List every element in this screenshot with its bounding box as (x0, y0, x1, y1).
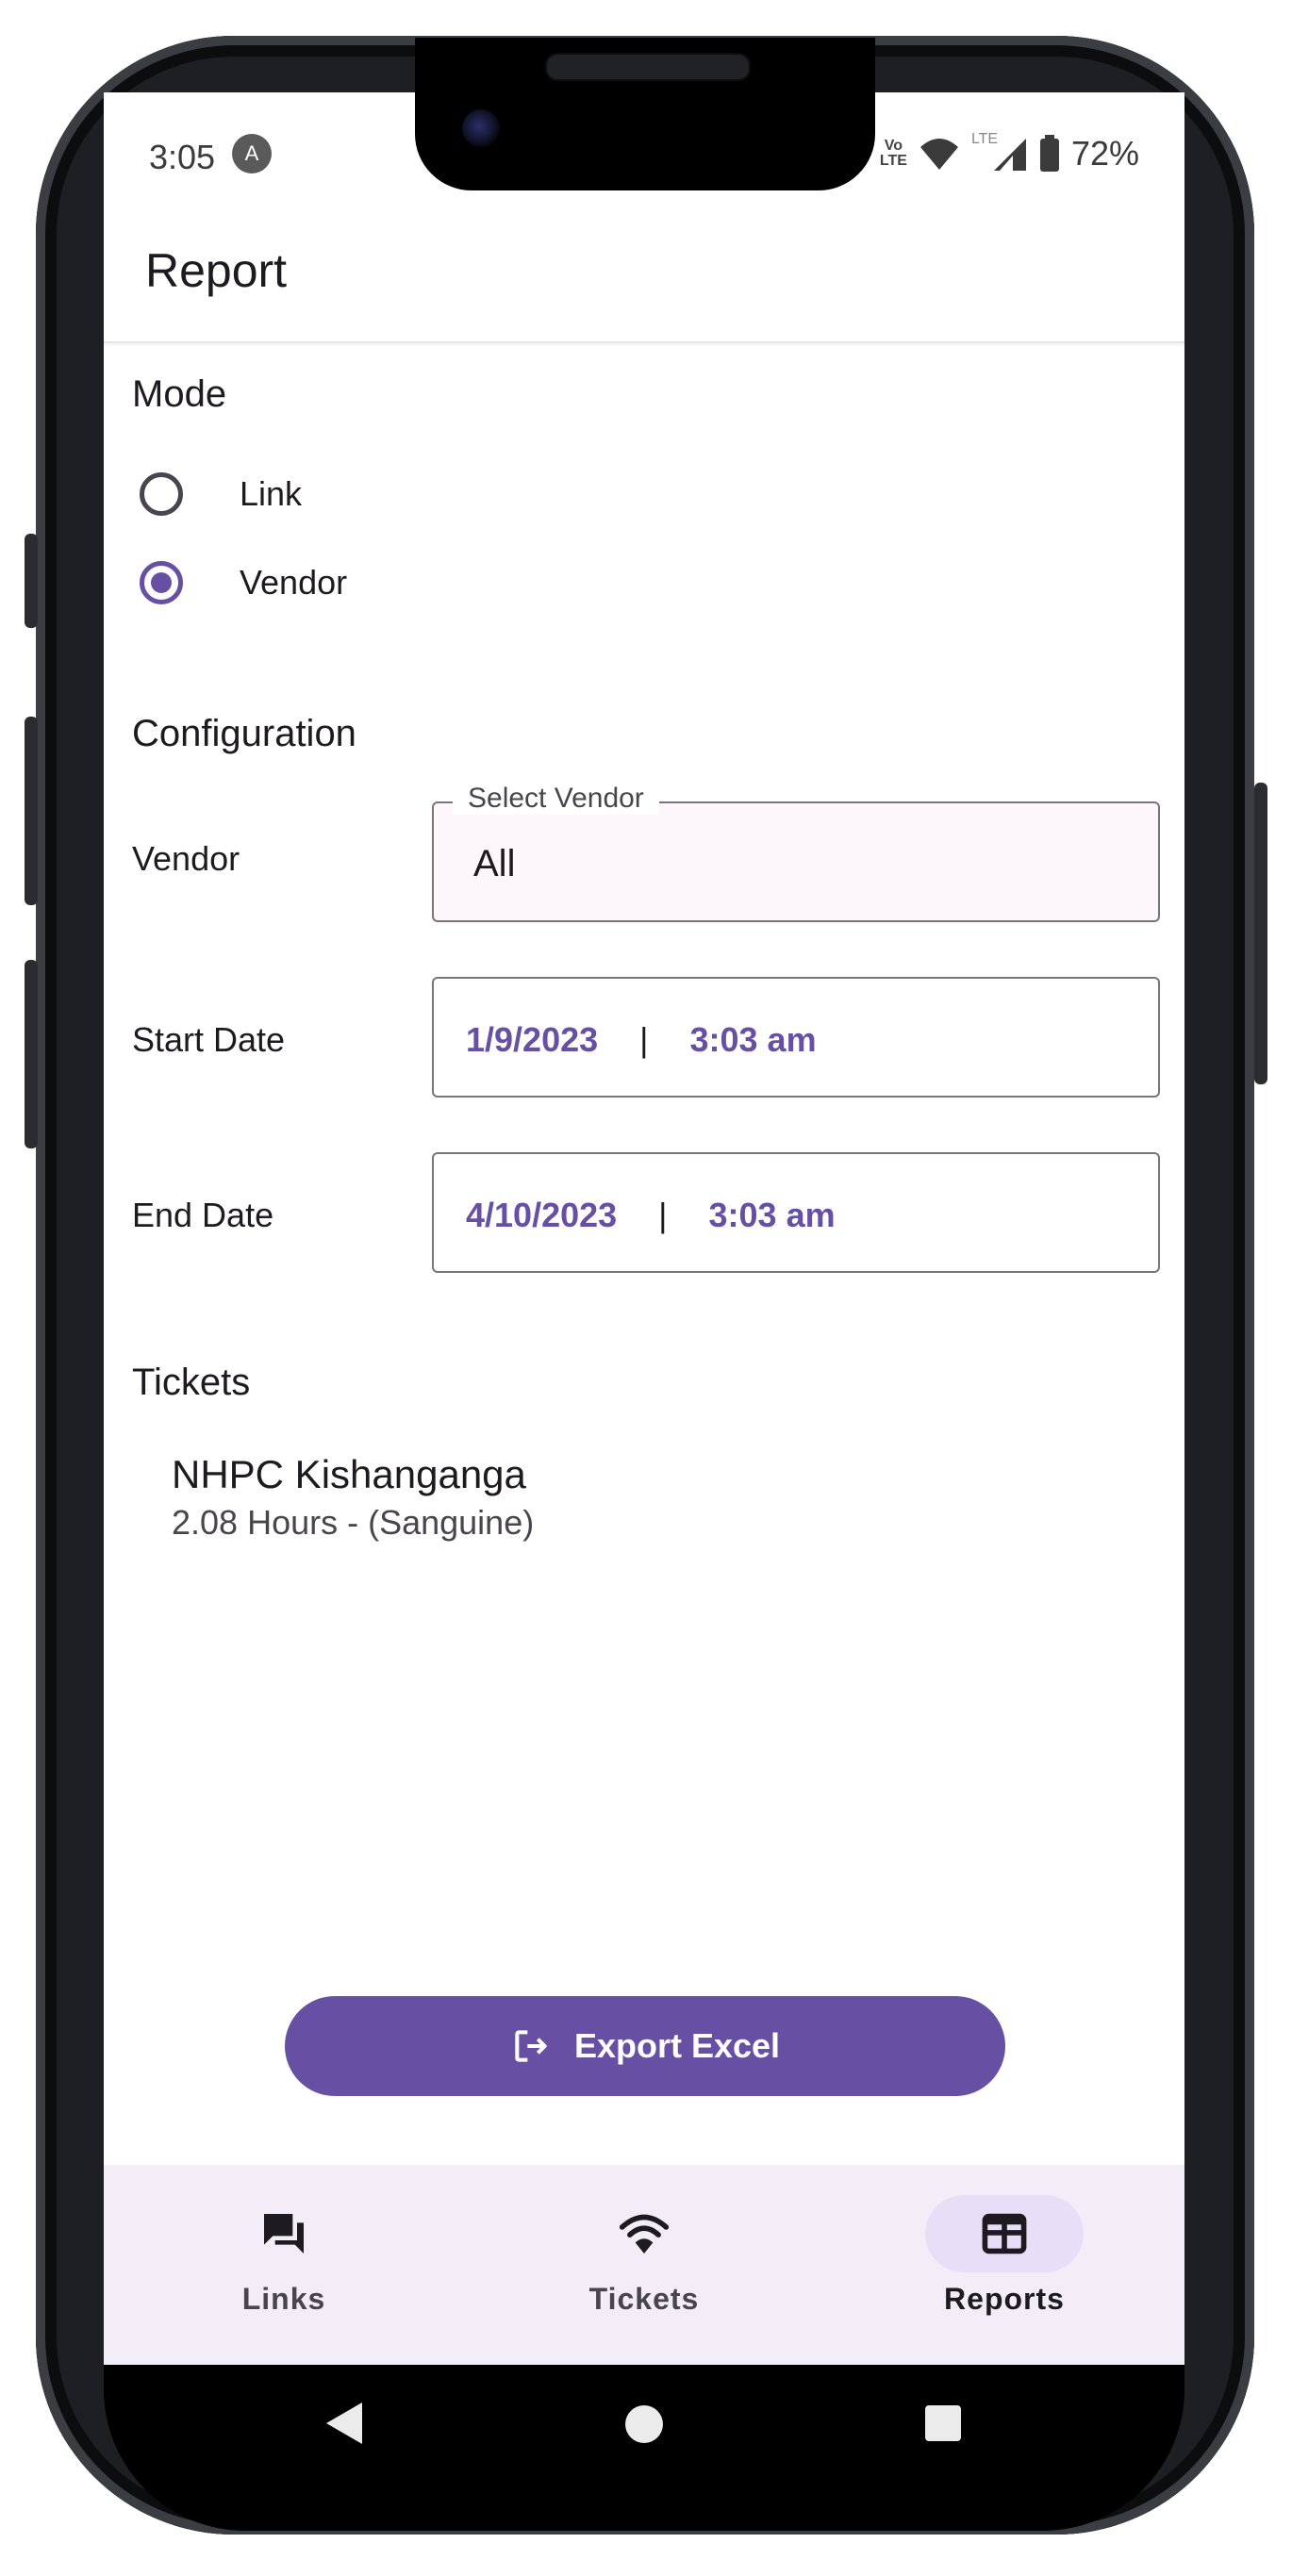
start-date-label: Start Date (132, 1020, 286, 1059)
tickets-section-title: Tickets (132, 1362, 251, 1403)
date-separator: | (639, 1020, 649, 1059)
battery-percent: 72% (1070, 134, 1139, 173)
home-icon[interactable] (624, 2404, 664, 2444)
table-icon (982, 2213, 1027, 2254)
app-bar: Report (104, 215, 1184, 343)
cell-signal-icon: LTE (971, 131, 1028, 173)
phone-speaker (545, 53, 751, 81)
end-time-value[interactable]: 3:03 am (709, 1196, 836, 1235)
ticket-name: NHPC Kishanganga (172, 1452, 526, 1496)
nav-item-reports[interactable]: Reports (824, 2165, 1184, 2365)
nav-label-tickets: Tickets (588, 2282, 700, 2316)
vendor-label: Vendor (132, 839, 240, 878)
nav-item-tickets[interactable]: Tickets (464, 2165, 824, 2365)
vendor-select[interactable]: Select Vendor All (432, 783, 1160, 922)
system-navigation-bar (104, 2365, 1184, 2478)
front-camera (462, 109, 500, 147)
status-time: 3:05 (149, 138, 216, 176)
battery-icon (1039, 135, 1059, 172)
nav-pill[interactable] (205, 2195, 363, 2272)
page-title: Report (145, 244, 288, 297)
end-date-picker[interactable]: 4/10/2023 | 3:03 am (432, 1152, 1160, 1273)
recents-icon[interactable] (924, 2404, 962, 2442)
date-separator: | (658, 1196, 668, 1234)
nav-label-links: Links (241, 2282, 326, 2316)
phone-volume-down-button (25, 960, 38, 1148)
export-excel-button[interactable]: Export Excel (285, 1996, 1005, 2096)
ticket-detail: 2.08 Hours - (Sanguine) (172, 1503, 535, 1542)
vendor-select-label: Select Vendor (453, 783, 659, 815)
mode-option-link[interactable]: Link (140, 456, 302, 532)
forum-icon (264, 2214, 304, 2254)
radio-selected-icon[interactable] (140, 561, 183, 604)
start-time-value[interactable]: 3:03 am (690, 1020, 817, 1060)
export-excel-label: Export Excel (573, 2026, 781, 2065)
wifi-icon (619, 2214, 670, 2254)
mode-section-title: Mode (132, 373, 227, 415)
bottom-navigation: Links Tickets Reports (104, 2165, 1184, 2365)
phone-volume-up-button (25, 717, 38, 905)
start-date-picker[interactable]: 1/9/2023 | 3:03 am (432, 977, 1160, 1098)
phone-mute-switch (25, 534, 38, 628)
app-notification-icon: A (232, 134, 272, 173)
wifi-signal-icon (919, 139, 958, 170)
configuration-section-title: Configuration (132, 713, 356, 754)
phone-power-button (1254, 783, 1267, 1084)
mode-option-vendor[interactable]: Vendor (140, 545, 347, 620)
end-date-value[interactable]: 4/10/2023 (466, 1196, 617, 1235)
radio-unselected-icon[interactable] (140, 472, 183, 516)
nav-item-links[interactable]: Links (104, 2165, 464, 2365)
logout-icon (515, 2030, 547, 2062)
mode-option-label: Link (240, 474, 303, 513)
nav-label-reports: Reports (944, 2282, 1065, 2316)
nav-pill[interactable] (565, 2195, 723, 2272)
end-date-label: End Date (132, 1196, 274, 1234)
vendor-select-value: All (473, 843, 516, 884)
back-icon[interactable] (324, 2401, 364, 2446)
volte-icon: Vo LTE (879, 138, 907, 169)
nav-pill-active[interactable] (925, 2195, 1084, 2272)
status-icons: Vo LTE LTE 72% (879, 131, 1139, 173)
app-screen: 3:05 A Vo LTE LTE 72% Report Mode Link V… (104, 92, 1184, 2365)
mode-option-label: Vendor (240, 563, 348, 602)
start-date-value[interactable]: 1/9/2023 (466, 1020, 598, 1060)
